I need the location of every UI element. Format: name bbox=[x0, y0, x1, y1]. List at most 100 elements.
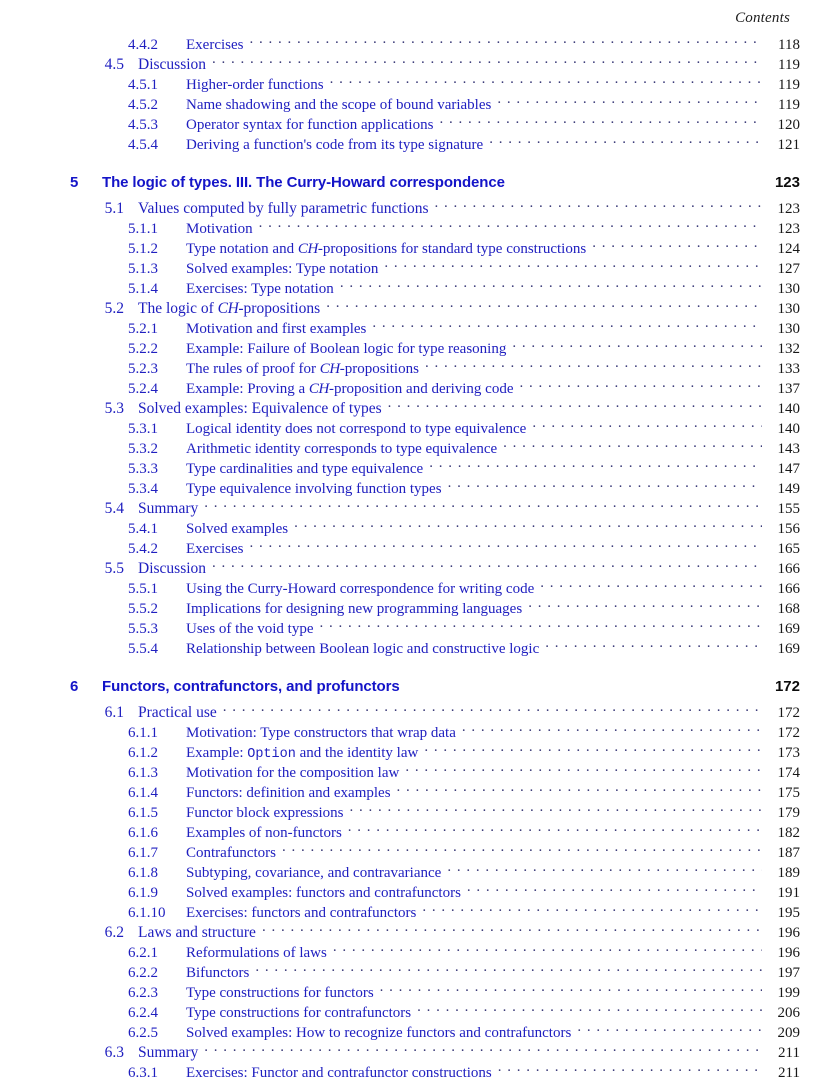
toc-leader-dots bbox=[397, 781, 762, 797]
toc-section-row[interactable]: 6.3 Summary 211 bbox=[0, 1041, 832, 1061]
toc-leader-dots bbox=[511, 171, 762, 187]
toc-section-row[interactable]: 5.3 Solved examples: Equivalence of types… bbox=[0, 397, 832, 417]
toc-chapter-row[interactable]: 6 Functors, contrafunctors, and profuncto… bbox=[0, 675, 832, 697]
toc-page-number: 211 bbox=[778, 1045, 800, 1061]
toc-subsection-row[interactable]: 6.1.2 Example: Option and the identity la… bbox=[0, 741, 832, 762]
toc-subsection-row[interactable]: 5.4.1 Solved examples 156 bbox=[0, 517, 832, 537]
toc-subsection-row[interactable]: 6.1.5 Functor block expressions 179 bbox=[0, 801, 832, 821]
toc-subsection-row[interactable]: 6.3.1 Exercises: Functor and contrafuncto… bbox=[0, 1061, 832, 1081]
toc-subsection-row[interactable]: 6.1.4 Functors: definition and examples 17… bbox=[0, 781, 832, 801]
toc-subsection-row[interactable]: 6.1.8 Subtyping, covariance, and contrava… bbox=[0, 861, 832, 881]
toc-subsection-row[interactable]: 6.2.5 Solved examples: How to recognize f… bbox=[0, 1021, 832, 1041]
toc-subsection-row[interactable]: 5.2.2 Example: Failure of Boolean logic f… bbox=[0, 337, 832, 357]
toc-leader-dots bbox=[545, 637, 762, 653]
toc-subsection-row[interactable]: 5.2.3 The rules of proof for CH-propositi… bbox=[0, 357, 832, 377]
toc-subsection-row[interactable]: 5.3.4 Type equivalence involving function… bbox=[0, 477, 832, 497]
toc-subsection-row[interactable]: 6.1.10 Exercises: functors and contrafunc… bbox=[0, 901, 832, 921]
toc-subsection-row[interactable]: 5.1.2 Type notation and CH-propositions f… bbox=[0, 237, 832, 257]
toc-section-row[interactable]: 4.5 Discussion 119 bbox=[0, 53, 832, 73]
toc-entry-title: Reformulations of laws bbox=[186, 945, 327, 961]
toc-entry-title: Motivation for the composition law bbox=[186, 765, 400, 781]
toc-entry-number: 5.5 bbox=[104, 560, 124, 577]
toc-entry-title: Laws and structure bbox=[138, 924, 256, 941]
toc-entry-number: 6.2.3 bbox=[128, 985, 158, 1001]
toc-section-row[interactable]: 6.1 Practical use 172 bbox=[0, 701, 832, 721]
toc-entry-number: 5.2.2 bbox=[128, 341, 158, 357]
toc-leader-dots bbox=[520, 377, 763, 393]
toc-page-number: 140 bbox=[777, 421, 801, 437]
toc-entry-title: Summary bbox=[138, 1044, 199, 1061]
toc-leader-dots bbox=[424, 741, 762, 757]
toc-page-number: 197 bbox=[777, 965, 801, 981]
toc-page-number: 169 bbox=[777, 621, 801, 637]
toc-leader-dots bbox=[212, 557, 762, 573]
toc-section-row[interactable]: 5.4 Summary 155 bbox=[0, 497, 832, 517]
toc-page-number: 147 bbox=[777, 461, 801, 477]
toc-subsection-row[interactable]: 5.1.1 Motivation 123 bbox=[0, 217, 832, 237]
toc-subsection-row[interactable]: 6.2.2 Bifunctors 197 bbox=[0, 961, 832, 981]
toc-chapter-row[interactable]: 5 The logic of types. III. The Curry-Howa… bbox=[0, 171, 832, 193]
toc-subsection-row[interactable]: 5.1.3 Solved examples: Type notation 127 bbox=[0, 257, 832, 277]
toc-page-number: 127 bbox=[777, 261, 801, 277]
toc-subsection-row[interactable]: 6.1.6 Examples of non-functors 182 bbox=[0, 821, 832, 841]
toc-leader-dots bbox=[467, 881, 762, 897]
toc-entry-number: 5.1 bbox=[104, 200, 124, 217]
toc-subsection-row[interactable]: 4.4.2 Exercises 118 bbox=[0, 33, 832, 53]
toc-entry-title: Implications for designing new programmi… bbox=[186, 601, 523, 617]
toc-subsection-row[interactable]: 5.5.2 Implications for designing new prog… bbox=[0, 597, 832, 617]
toc-leader-dots bbox=[348, 821, 762, 837]
toc-subsection-row[interactable]: 4.5.3 Operator syntax for function applic… bbox=[0, 113, 832, 133]
toc-subsection-row[interactable]: 5.3.1 Logical identity does not correspon… bbox=[0, 417, 832, 437]
toc-section-row[interactable]: 5.1 Values computed by fully parametric f… bbox=[0, 197, 832, 217]
toc-leader-dots bbox=[540, 577, 762, 593]
toc-section-row[interactable]: 5.5 Discussion 166 bbox=[0, 557, 832, 577]
toc-leader-dots bbox=[326, 297, 762, 313]
toc-page: Contents 4.4.2 Exercises 118 4.5 Discussion 1… bbox=[0, 0, 832, 1090]
toc-subsection-row[interactable]: 5.2.4 Example: Proving a CH-proposition a… bbox=[0, 377, 832, 397]
toc-entry-number: 6.1.3 bbox=[128, 765, 158, 781]
table-of-contents: 4.4.2 Exercises 118 4.5 Discussion 119 4.5.1 Hi… bbox=[0, 33, 832, 1081]
toc-subsection-row[interactable]: 4.5.1 Higher-order functions 119 bbox=[0, 73, 832, 93]
toc-subsection-row[interactable]: 6.2.1 Reformulations of laws 196 bbox=[0, 941, 832, 961]
toc-page-number: 132 bbox=[777, 341, 801, 357]
toc-leader-dots bbox=[592, 237, 762, 253]
toc-subsection-row[interactable]: 6.2.4 Type constructions for contrafuncto… bbox=[0, 1001, 832, 1021]
toc-subsection-row[interactable]: 5.5.3 Uses of the void type 169 bbox=[0, 617, 832, 637]
toc-subsection-row[interactable]: 5.4.2 Exercises 165 bbox=[0, 537, 832, 557]
toc-section-row[interactable]: 5.2 The logic of CH-propositions 130 bbox=[0, 297, 832, 317]
toc-entry-number: 5.5.3 bbox=[128, 621, 158, 637]
toc-subsection-row[interactable]: 4.5.4 Deriving a function's code from its… bbox=[0, 133, 832, 153]
toc-page-number: 175 bbox=[777, 785, 801, 801]
toc-leader-dots bbox=[447, 861, 762, 877]
toc-section-row[interactable]: 6.2 Laws and structure 196 bbox=[0, 921, 832, 941]
toc-entry-number: 6 bbox=[70, 678, 79, 695]
toc-subsection-row[interactable]: 6.1.1 Motivation: Type constructors that … bbox=[0, 721, 832, 741]
toc-entry-number: 6.3.1 bbox=[128, 1065, 158, 1081]
toc-subsection-row[interactable]: 6.1.9 Solved examples: functors and contr… bbox=[0, 881, 832, 901]
toc-leader-dots bbox=[528, 597, 762, 613]
toc-subsection-row[interactable]: 5.5.1 Using the Curry-Howard corresponden… bbox=[0, 577, 832, 597]
toc-entry-number: 6.2 bbox=[104, 924, 124, 941]
toc-entry-title: The logic of CH-propositions bbox=[138, 300, 321, 317]
toc-page-number: 118 bbox=[778, 37, 800, 53]
toc-subsection-row[interactable]: 6.1.7 Contrafunctors 187 bbox=[0, 841, 832, 861]
toc-page-number: 155 bbox=[777, 501, 801, 517]
toc-entry-number: 6.1.2 bbox=[128, 745, 158, 761]
toc-subsection-row[interactable]: 6.2.3 Type constructions for functors 199 bbox=[0, 981, 832, 1001]
toc-subsection-row[interactable]: 5.3.2 Arithmetic identity corresponds to … bbox=[0, 437, 832, 457]
toc-entry-title: Higher-order functions bbox=[186, 77, 324, 93]
toc-leader-dots bbox=[425, 357, 762, 373]
toc-subsection-row[interactable]: 5.3.3 Type cardinalities and type equival… bbox=[0, 457, 832, 477]
toc-page-number: 172 bbox=[777, 705, 801, 721]
toc-subsection-row[interactable]: 4.5.2 Name shadowing and the scope of bou… bbox=[0, 93, 832, 113]
toc-subsection-row[interactable]: 5.5.4 Relationship between Boolean logic … bbox=[0, 637, 832, 657]
toc-subsection-row[interactable]: 5.2.1 Motivation and first examples 130 bbox=[0, 317, 832, 337]
toc-subsection-row[interactable]: 6.1.3 Motivation for the composition law 1… bbox=[0, 761, 832, 781]
toc-entry-number: 5.5.1 bbox=[128, 581, 158, 597]
toc-subsection-row[interactable]: 5.1.4 Exercises: Type notation 130 bbox=[0, 277, 832, 297]
toc-page-number: 189 bbox=[777, 865, 801, 881]
toc-entry-title: Motivation and first examples bbox=[186, 321, 367, 337]
toc-leader-dots bbox=[406, 675, 762, 691]
toc-entry-number: 5.1.3 bbox=[128, 261, 158, 277]
toc-entry-title: Solved examples: Type notation bbox=[186, 261, 379, 277]
